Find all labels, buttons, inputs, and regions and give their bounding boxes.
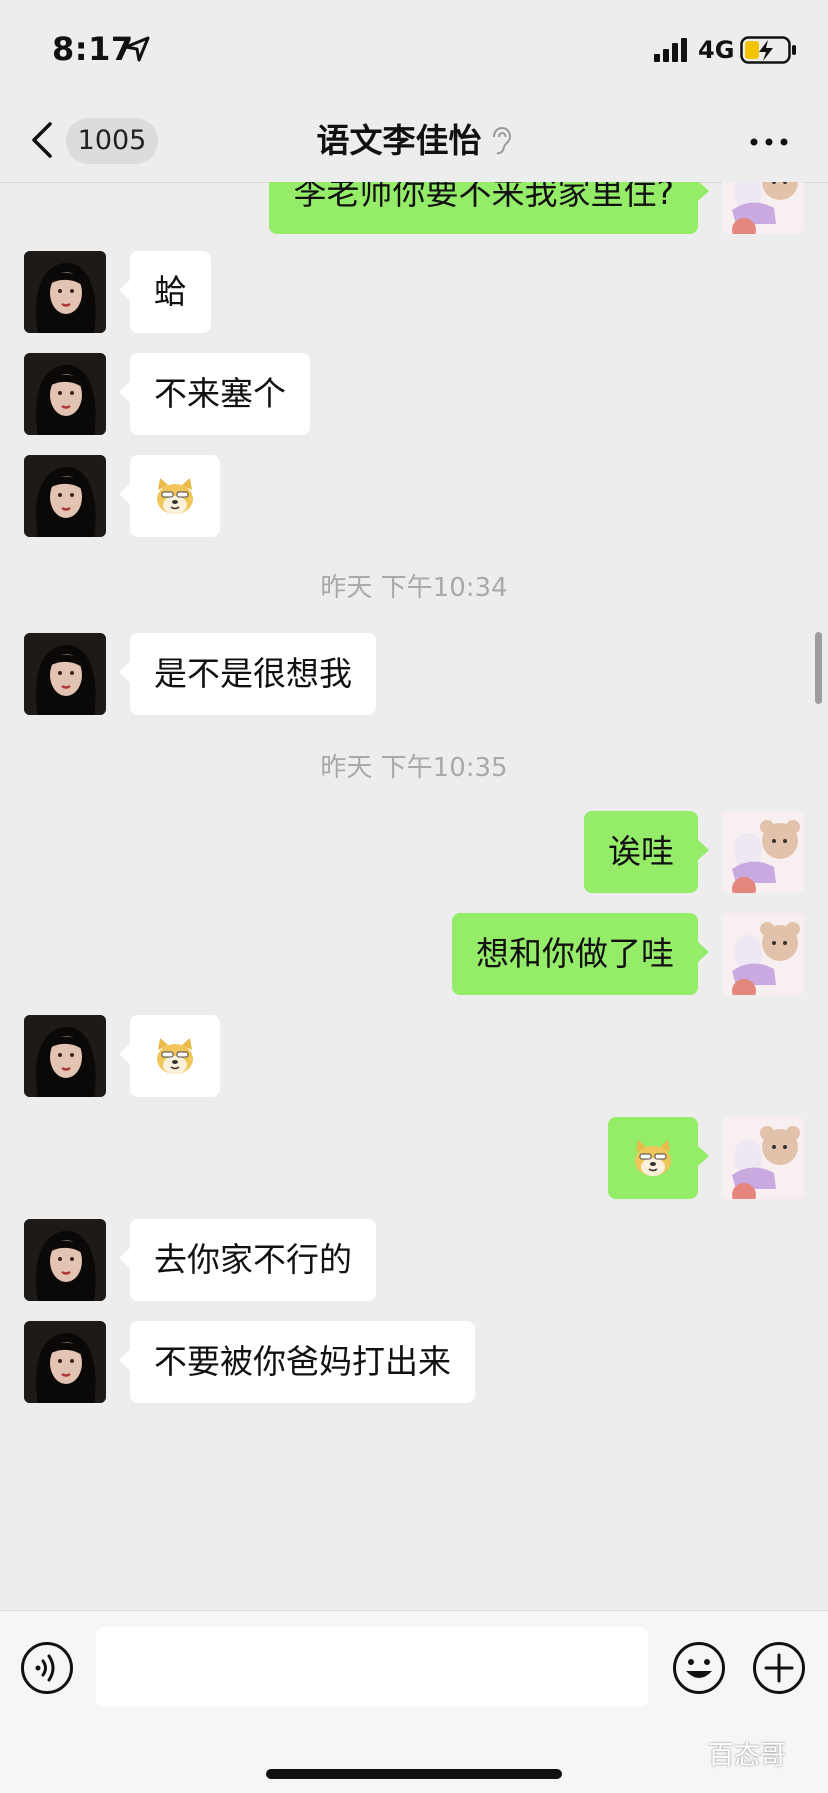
message-timestamp: 昨天 下午10:35 [320,753,508,783]
plus-icon[interactable] [752,1641,806,1695]
my-avatar[interactable] [722,182,804,234]
scrollbar-thumb[interactable] [815,632,822,704]
message-input[interactable] [96,1627,648,1707]
input-toolbar: 百态哥 [0,1610,828,1793]
contact-avatar[interactable] [24,1321,106,1403]
watermark-text: 百态哥 [708,1741,787,1771]
contact-avatar[interactable] [24,1219,106,1301]
message-text: 诶哇 [608,832,674,871]
contact-avatar[interactable] [24,633,106,715]
outgoing-text-bubble[interactable]: 想和你做了哇 [452,913,709,995]
doge-emoji-icon [635,1140,671,1176]
emoji-icon[interactable] [672,1641,726,1695]
message-text: 去你家不行的 [154,1240,352,1279]
my-avatar[interactable] [722,811,804,893]
outgoing-text-bubble[interactable]: 李老师你要不来我家里住? [269,182,709,234]
doge-emoji-icon [157,478,193,514]
contact-avatar[interactable] [24,353,106,435]
incoming-text-bubble[interactable]: 蛤 [119,251,211,333]
my-avatar[interactable] [722,1117,804,1199]
home-indicator[interactable] [266,1769,562,1779]
message-list[interactable]: 李老师你要不来我家里住? 蛤 不来塞个 昨天 下午10:34 是不是很想我 昨天… [0,182,828,1610]
message-text: 不要被你爸妈打出来 [154,1342,451,1381]
cellular-signal-icon [654,38,687,62]
network-type: 4G [698,36,735,64]
chat-header: 1005 语文李佳怡 [0,100,828,183]
incoming-sticker-bubble[interactable] [119,455,220,537]
message-text: 想和你做了哇 [476,934,674,973]
message-text: 李老师你要不来我家里住? [293,182,674,212]
status-bar: 8:17 4G [0,0,828,100]
outgoing-text-bubble[interactable]: 诶哇 [584,811,709,893]
message-text: 是不是很想我 [154,654,352,693]
doge-emoji-icon [157,1038,193,1074]
message-text: 不来塞个 [154,374,286,413]
more-options-icon[interactable] [744,122,794,162]
incoming-sticker-bubble[interactable] [119,1015,220,1097]
message-timestamp: 昨天 下午10:34 [320,573,508,603]
incoming-text-bubble[interactable]: 去你家不行的 [119,1219,376,1301]
earpiece-mode-icon [492,126,511,155]
contact-avatar[interactable] [24,455,106,537]
contact-avatar[interactable] [24,251,106,333]
contact-name: 语文李佳怡 [316,121,482,160]
voice-input-icon[interactable] [20,1641,74,1695]
incoming-text-bubble[interactable]: 是不是很想我 [119,633,376,715]
contact-avatar[interactable] [24,1015,106,1097]
outgoing-sticker-bubble[interactable] [608,1117,709,1199]
battery-charging-icon [740,36,796,64]
message-text: 蛤 [154,272,187,311]
location-arrow-icon [124,36,150,62]
chat-title: 语文李佳怡 [0,118,828,164]
incoming-text-bubble[interactable]: 不来塞个 [119,353,310,435]
incoming-text-bubble[interactable]: 不要被你爸妈打出来 [119,1321,475,1403]
my-avatar[interactable] [722,913,804,995]
